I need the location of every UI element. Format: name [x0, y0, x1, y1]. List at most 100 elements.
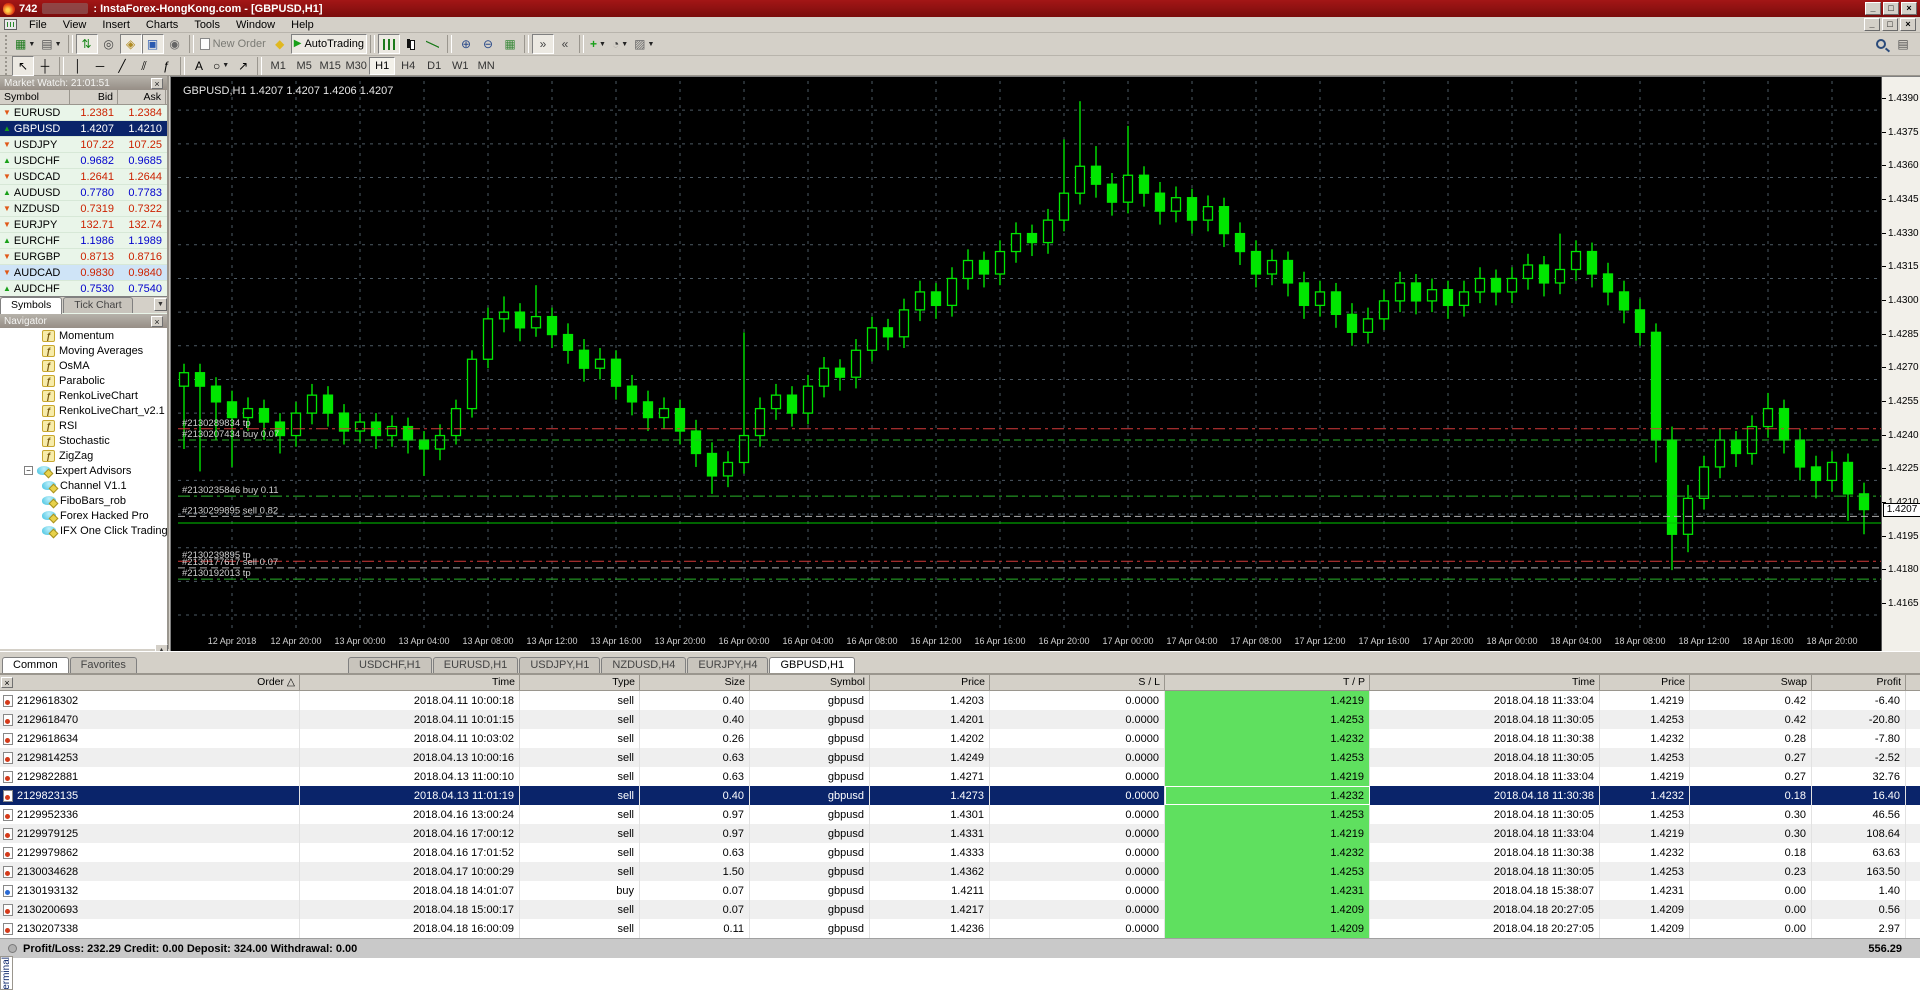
minimize-button[interactable]: _	[1865, 2, 1881, 15]
market-watch-row-usdcad[interactable]: ▼ USDCAD 1.2641 1.2644	[0, 169, 167, 185]
navigator-item-renkolivechart[interactable]: ƒ RenkoLiveChart	[0, 388, 167, 403]
navigator-item-ifx-one-click-trading[interactable]: IFX One Click Trading	[0, 523, 167, 538]
navigator-item-zigzag[interactable]: ƒ ZigZag	[0, 448, 167, 463]
terminal-close-icon[interactable]: ×	[1, 677, 13, 688]
timeframe-m15[interactable]: M15	[317, 57, 343, 75]
terminal-side-tab[interactable]: Terminal	[0, 956, 13, 990]
bar-chart-button[interactable]	[377, 34, 400, 54]
chart-shift-button[interactable]: «	[554, 34, 576, 54]
navigator-item-rsi[interactable]: ƒ RSI	[0, 418, 167, 433]
navigator-item-parabolic[interactable]: ƒ Parabolic	[0, 373, 167, 388]
navigator-item-osma[interactable]: ƒ OsMA	[0, 358, 167, 373]
chart-tab-eurusd-h1[interactable]: EURUSD,H1	[432, 657, 519, 673]
vertical-line-button[interactable]: │	[67, 56, 89, 76]
order-row-2129952336[interactable]: 2129952336 2018.04.16 13:00:24 sell 0.97 gbp…	[0, 805, 1920, 824]
order-row-2129618302[interactable]: 2129618302 2018.04.11 10:00:18 sell 0.40 gbp…	[0, 691, 1920, 710]
order-row-2129823135[interactable]: 2129823135 2018.04.13 11:01:19 sell 0.40 gbp…	[0, 786, 1920, 805]
menu-charts[interactable]: Charts	[138, 18, 186, 32]
market-watch-row-gbpusd[interactable]: ▲ GBPUSD 1.4207 1.4210	[0, 121, 167, 137]
navigator-toggle-button[interactable]: ◈	[119, 34, 142, 54]
profiles-button[interactable]: ▤ ▼	[38, 34, 64, 54]
crosshair-tool-button[interactable]: ┼	[34, 56, 56, 76]
chart-tab-gbpusd-h1[interactable]: GBPUSD,H1	[769, 657, 856, 674]
terminal-column-tp[interactable]: T / P	[1165, 675, 1370, 690]
auto-scroll-button[interactable]: »	[531, 34, 554, 54]
channel-button[interactable]: ⫽	[133, 56, 155, 76]
print-button[interactable]: ▤	[1892, 34, 1914, 54]
menu-insert[interactable]: Insert	[94, 18, 138, 32]
market-watch-tab-tick-chart[interactable]: Tick Chart	[63, 297, 133, 313]
menu-window[interactable]: Window	[228, 18, 283, 32]
cursor-tool-button[interactable]: ↖	[12, 55, 34, 76]
metaeditor-button[interactable]: ◆	[269, 34, 291, 54]
timeframe-mn[interactable]: MN	[473, 57, 499, 75]
terminal-column-price-close[interactable]: Price	[1600, 675, 1690, 690]
navigator-item-forex-hacked-pro[interactable]: Forex Hacked Pro	[0, 508, 167, 523]
chart-tab-nzdusd-h4[interactable]: NZDUSD,H4	[601, 657, 687, 673]
column-bid[interactable]: Bid	[70, 90, 118, 104]
market-watch-toggle-button[interactable]: ⇅	[75, 34, 98, 54]
new-order-button[interactable]: New Order	[197, 34, 269, 54]
market-watch-row-eurjpy[interactable]: ▼ EURJPY 132.71 132.74	[0, 217, 167, 233]
navigator-item-fibobars-rob[interactable]: FiboBars_rob	[0, 493, 167, 508]
market-watch-close-icon[interactable]: ×	[151, 77, 163, 89]
menu-view[interactable]: View	[55, 18, 95, 32]
order-row-2130207338[interactable]: 2130207338 2018.04.18 16:00:09 sell 0.11 gbp…	[0, 919, 1920, 938]
menu-file[interactable]: File	[21, 18, 55, 32]
terminal-toggle-button[interactable]: ▣	[141, 34, 164, 54]
market-watch-row-audcad[interactable]: ▼ AUDCAD 0.9830 0.9840	[0, 265, 167, 281]
chart-tab-usdjpy-h1[interactable]: USDJPY,H1	[519, 657, 601, 673]
market-watch-row-audchf[interactable]: ▲ AUDCHF 0.7530 0.7540	[0, 281, 167, 296]
order-row-2129822881[interactable]: 2129822881 2018.04.13 11:00:10 sell 0.63 gbp…	[0, 767, 1920, 786]
terminal-column-time-close[interactable]: Time	[1370, 675, 1600, 690]
order-row-2129979862[interactable]: 2129979862 2018.04.16 17:01:52 sell 0.63 gbp…	[0, 843, 1920, 862]
horizontal-line-button[interactable]: ─	[89, 56, 111, 76]
market-watch-row-eurchf[interactable]: ▲ EURCHF 1.1986 1.1989	[0, 233, 167, 249]
timeframe-h1[interactable]: H1	[369, 56, 396, 75]
menu-help[interactable]: Help	[283, 18, 322, 32]
child-minimize-button[interactable]: _	[1864, 18, 1880, 31]
chart-tab-eurjpy-h4[interactable]: EURJPY,H4	[687, 657, 769, 673]
terminal-column-size[interactable]: Size	[640, 675, 750, 690]
close-button[interactable]: ×	[1901, 2, 1917, 15]
zoom-out-button[interactable]: ⊖	[477, 34, 499, 54]
terminal-column-symbol[interactable]: Symbol	[750, 675, 870, 690]
child-window-icon[interactable]	[4, 19, 17, 30]
column-symbol[interactable]: Symbol	[0, 90, 70, 104]
toolbar-grip[interactable]	[5, 56, 9, 75]
child-restore-button[interactable]: □	[1882, 18, 1898, 31]
new-chart-button[interactable]: ▦ ▼	[12, 34, 38, 54]
terminal-column-profit-close[interactable]: Profit	[1812, 675, 1906, 690]
order-row-2129618634[interactable]: 2129618634 2018.04.11 10:03:02 sell 0.26 gbp…	[0, 729, 1920, 748]
timeframe-m1[interactable]: M1	[265, 57, 291, 75]
timeframe-m5[interactable]: M5	[291, 57, 317, 75]
navigator-item-expert-advisors[interactable]: − Expert Advisors	[0, 463, 167, 478]
chart-plot-area[interactable]: #2130289834 tp #2130207434 buy 0.07 #21302…	[178, 81, 1881, 633]
trendline-button[interactable]: ╱	[111, 56, 133, 76]
tile-windows-button[interactable]: ▦	[499, 34, 521, 54]
terminal-column-price[interactable]: Price	[870, 675, 990, 690]
timeframe-d1[interactable]: D1	[421, 57, 447, 75]
fibonacci-button[interactable]: ƒ	[155, 56, 177, 76]
child-close-button[interactable]: ×	[1900, 18, 1916, 31]
market-watch-row-nzdusd[interactable]: ▼ NZDUSD 0.7319 0.7322	[0, 201, 167, 217]
terminal-column-sl[interactable]: S / L	[990, 675, 1165, 690]
collapse-icon[interactable]: −	[24, 466, 33, 475]
templates-button[interactable]: ▨ ▼	[631, 34, 657, 54]
line-chart-button[interactable]	[422, 34, 444, 54]
market-watch-row-eurusd[interactable]: ▼ EURUSD 1.2381 1.2384	[0, 105, 167, 121]
text-tool-button[interactable]: A	[188, 56, 210, 76]
terminal-column-swap-close[interactable]: Swap	[1690, 675, 1812, 690]
zoom-in-button[interactable]: ⊕	[455, 34, 477, 54]
order-row-2130200693[interactable]: 2130200693 2018.04.18 15:00:17 sell 0.07 gbp…	[0, 900, 1920, 919]
toolbar-grip[interactable]	[5, 35, 9, 53]
timeframe-w1[interactable]: W1	[447, 57, 473, 75]
navigator-tab-favorites[interactable]: Favorites	[69, 657, 137, 673]
market-watch-row-audusd[interactable]: ▲ AUDUSD 0.7780 0.7783	[0, 185, 167, 201]
order-row-2129814253[interactable]: 2129814253 2018.04.13 10:00:16 sell 0.63 gbp…	[0, 748, 1920, 767]
market-watch-row-usdchf[interactable]: ▲ USDCHF 0.9682 0.9685	[0, 153, 167, 169]
navigator-item-moving-averages[interactable]: ƒ Moving Averages	[0, 343, 167, 358]
navigator-tab-common[interactable]: Common	[2, 657, 69, 674]
data-window-button[interactable]: ◎	[98, 34, 120, 54]
time-axis[interactable]: 12 Apr 2018 12 Apr 20:00 13 Apr 00:00 13 Ap…	[171, 633, 1881, 652]
